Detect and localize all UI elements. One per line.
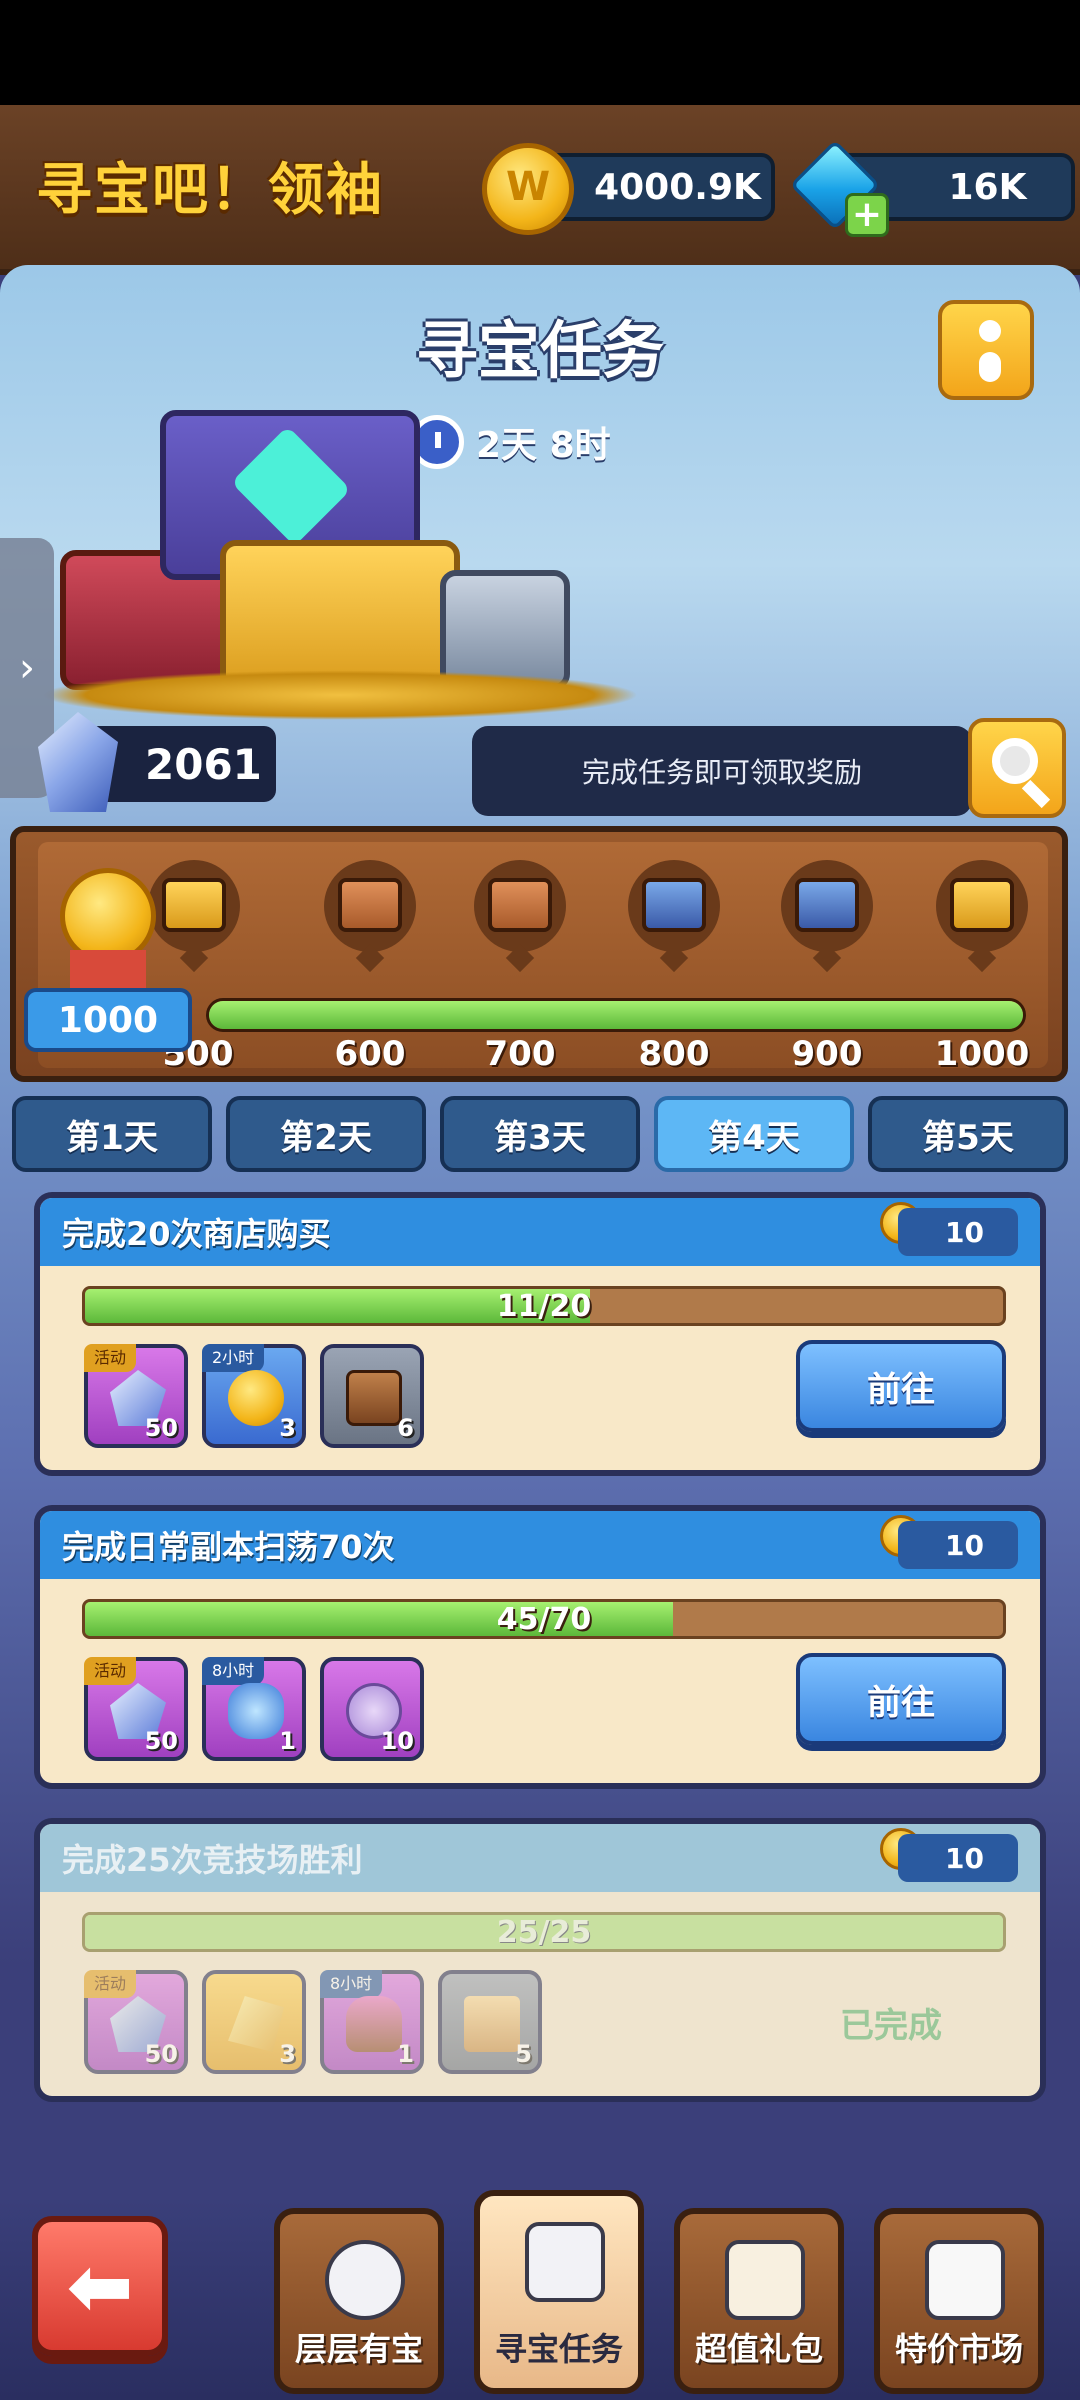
- reward-hint: 完成任务即可领取奖励: [472, 726, 972, 816]
- task-reward-points: 10: [898, 1834, 1018, 1882]
- status-bar: [0, 0, 1080, 105]
- panel-title: 寻宝任务: [415, 314, 664, 387]
- tab-day-5[interactable]: 第5天: [868, 1096, 1068, 1172]
- nav-layer-treasure[interactable]: 层层有宝: [274, 2208, 444, 2394]
- task-card-completed: 完成25次竞技场胜利 10 25/25 活动 50 3 8小时 1 5 已完成: [34, 1818, 1046, 2102]
- reward-item-coin[interactable]: 2小时 3: [202, 1344, 306, 1448]
- milestone-label: 800: [638, 1034, 710, 1068]
- reward-item-scroll[interactable]: 5: [438, 1970, 542, 2074]
- shop-icon: [925, 2240, 1005, 2320]
- info-button[interactable]: [938, 300, 1034, 400]
- magnifier-icon: [992, 738, 1038, 784]
- treasure-chests-illustration: [40, 400, 660, 720]
- reward-item-gold-shard[interactable]: 3: [202, 1970, 306, 2074]
- tab-day-3[interactable]: 第3天: [440, 1096, 640, 1172]
- reward-item-crystal[interactable]: 活动 50: [84, 1344, 188, 1448]
- current-score: 1000: [24, 988, 192, 1052]
- back-arrow-icon: ⬅: [66, 2239, 134, 2333]
- milestone-chest-blue[interactable]: [781, 860, 873, 973]
- reward-item-crystal[interactable]: 活动 50: [84, 1970, 188, 2074]
- go-button[interactable]: 前往: [796, 1653, 1006, 1745]
- game-title: 寻宝吧！领袖: [36, 158, 384, 223]
- completed-status: 已完成: [840, 2006, 942, 2046]
- top-header: 寻宝吧！领袖 4000.9K 16K +: [0, 105, 1080, 275]
- task-reward-points: 10: [898, 1208, 1018, 1256]
- milestone-label: 600: [334, 1034, 406, 1068]
- reward-item-chest[interactable]: 6: [320, 1344, 424, 1448]
- task-progress-bar: 25/25: [82, 1912, 1006, 1952]
- clipboard-icon: [525, 2222, 605, 2302]
- milestone-chest-gold[interactable]: [936, 860, 1028, 973]
- milestone-chest-bronze[interactable]: [324, 860, 416, 973]
- tab-day-4[interactable]: 第4天: [654, 1096, 854, 1172]
- tab-day-1[interactable]: 第1天: [12, 1096, 212, 1172]
- task-reward-points: 10: [898, 1521, 1018, 1569]
- back-button[interactable]: ⬅: [32, 2216, 168, 2356]
- magnifier-button[interactable]: [968, 718, 1066, 818]
- reward-item-ore-bag[interactable]: 8小时 1: [320, 1970, 424, 2074]
- milestone-chest-gold[interactable]: [148, 860, 240, 973]
- gift-box-icon: [725, 2240, 805, 2320]
- milestone-chest-bronze[interactable]: [474, 860, 566, 973]
- nav-special-market[interactable]: 特价市场: [874, 2208, 1044, 2394]
- task-progress-text: 11/20: [496, 1289, 592, 1324]
- go-button[interactable]: 前往: [796, 1340, 1006, 1432]
- task-progress-text: 45/70: [496, 1602, 592, 1637]
- task-progress-bar: 45/70: [82, 1599, 1006, 1639]
- reward-item-crystal[interactable]: 活动 50: [84, 1657, 188, 1761]
- nav-treasure-tasks[interactable]: 寻宝任务: [474, 2190, 644, 2394]
- task-progress-text: 25/25: [496, 1915, 592, 1950]
- task-card: 完成20次商店购买 10 11/20 活动 50 2小时 3 6 前往: [34, 1192, 1046, 1476]
- milestone-progress-bar: [206, 998, 1026, 1032]
- add-gems-icon[interactable]: +: [845, 193, 889, 237]
- reward-item-token[interactable]: 10: [320, 1657, 424, 1761]
- nav-value-packs[interactable]: 超值礼包: [674, 2208, 844, 2394]
- milestone-label: 700: [484, 1034, 556, 1068]
- task-card: 完成日常副本扫荡70次 10 45/70 活动 50 8小时 1 10 前往: [34, 1505, 1046, 1789]
- milestone-label: 1000: [934, 1034, 1030, 1068]
- magnifier-icon: [325, 2240, 405, 2320]
- milestone-chest-blue[interactable]: [628, 860, 720, 973]
- task-progress-bar: 11/20: [82, 1286, 1006, 1326]
- coin-icon: [482, 143, 574, 235]
- score-medal-icon: [60, 868, 156, 964]
- reward-item-gem-pile[interactable]: 8小时 1: [202, 1657, 306, 1761]
- milestone-label: 900: [791, 1034, 863, 1068]
- tab-day-2[interactable]: 第2天: [226, 1096, 426, 1172]
